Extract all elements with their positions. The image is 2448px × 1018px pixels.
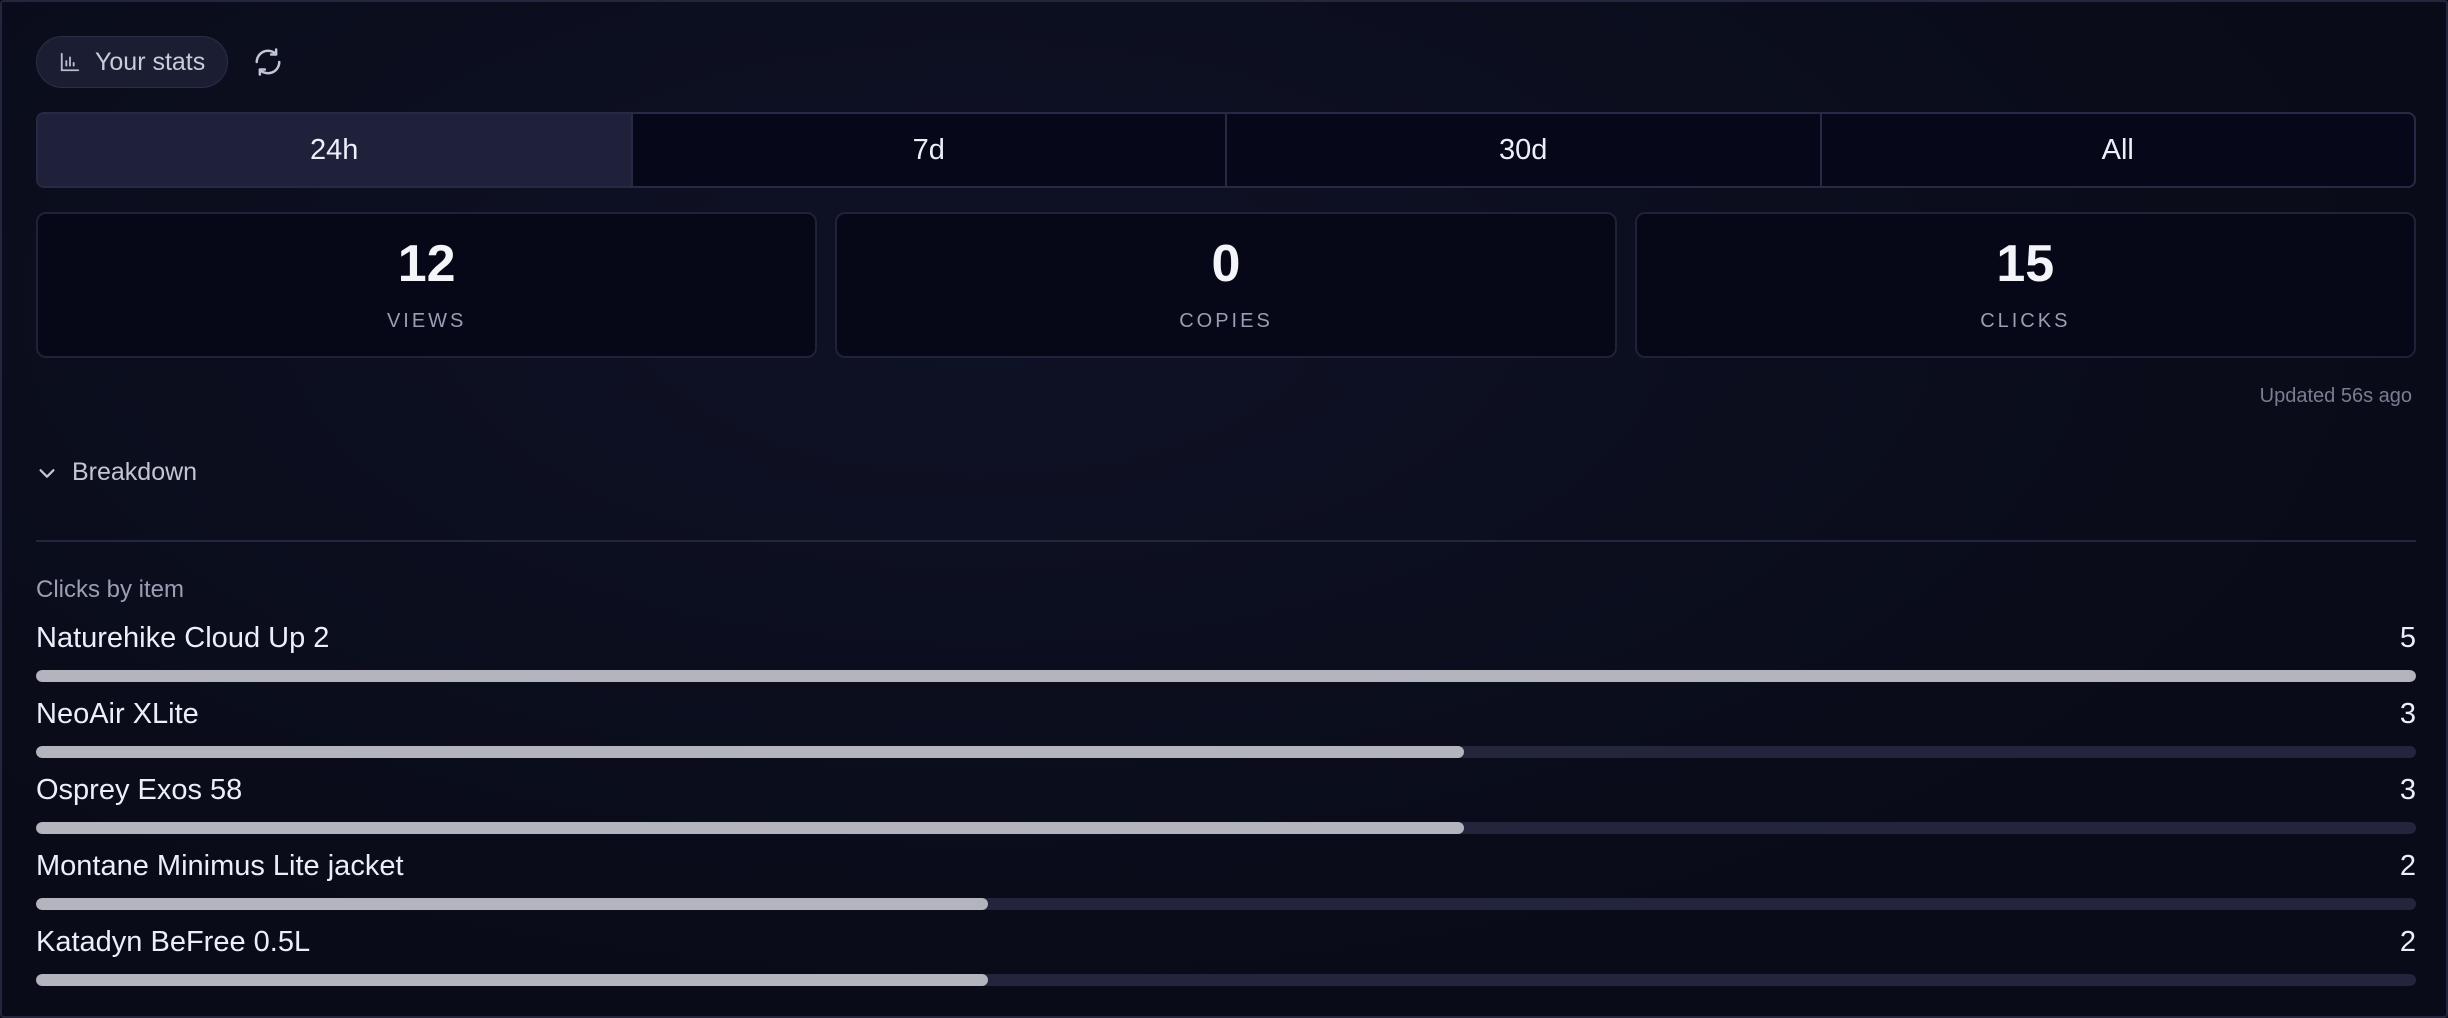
item-name: Katadyn BeFree 0.5L — [36, 926, 311, 958]
views-card: 12 VIEWS — [36, 212, 818, 358]
breakdown-label: Breakdown — [72, 458, 198, 486]
progress-track — [36, 670, 2416, 682]
copies-label: COPIES — [1179, 309, 1273, 332]
item-name: Montane Minimus Lite jacket — [36, 850, 404, 882]
metric-cards: 12 VIEWS 0 COPIES 15 CLICKS — [36, 212, 2416, 358]
your-stats-label: Your stats — [95, 47, 206, 76]
views-value: 12 — [397, 234, 456, 293]
progress-fill — [36, 670, 2416, 682]
clicks-by-item-title: Clicks by item — [36, 576, 185, 603]
clicks-card: 15 CLICKS — [1634, 212, 2416, 358]
clicks-value: 15 — [1996, 234, 2055, 293]
list-item: Katadyn BeFree 0.5L 2 — [36, 926, 2416, 1002]
progress-track — [36, 746, 2416, 758]
progress-fill — [36, 746, 1464, 758]
progress-fill — [36, 898, 988, 910]
progress-track — [36, 898, 2416, 910]
item-count: 3 — [2399, 774, 2416, 806]
views-label: VIEWS — [386, 309, 467, 332]
list-item: Naturehike Cloud Up 2 5 — [36, 622, 2416, 698]
updated-timestamp: Updated 56s ago — [2259, 385, 2412, 407]
list-item: NeoAir XLite 3 — [36, 698, 2416, 774]
header: Your stats — [36, 36, 288, 88]
copies-value: 0 — [1211, 234, 1241, 293]
list-item: Montane Minimus Lite jacket 2 — [36, 850, 2416, 926]
clicks-list: Naturehike Cloud Up 2 5 NeoAir XLite 3 O… — [36, 622, 2416, 1002]
progress-track — [36, 974, 2416, 986]
time-range-tabs: 24h 7d 30d All — [36, 112, 2416, 188]
refresh-button[interactable] — [248, 42, 288, 82]
item-count: 5 — [2399, 622, 2416, 654]
stats-panel: Your stats 24h 7d 30d All 12 VIEWS 0 COP… — [0, 0, 2448, 1018]
bar-chart-icon — [60, 52, 80, 72]
progress-fill — [36, 974, 988, 986]
tab-30d[interactable]: 30d — [1227, 114, 1822, 186]
item-name: NeoAir XLite — [36, 698, 199, 730]
divider — [36, 540, 2416, 542]
item-count: 2 — [2399, 926, 2416, 958]
your-stats-button[interactable]: Your stats — [36, 36, 229, 88]
copies-card: 0 COPIES — [835, 212, 1617, 358]
breakdown-toggle[interactable]: Breakdown — [36, 458, 197, 487]
refresh-icon — [255, 48, 281, 76]
progress-fill — [36, 822, 1464, 834]
item-count: 3 — [2399, 698, 2416, 730]
progress-track — [36, 822, 2416, 834]
item-name: Osprey Exos 58 — [36, 774, 243, 806]
clicks-label: CLICKS — [1980, 309, 2071, 332]
list-item: Osprey Exos 58 3 — [36, 774, 2416, 850]
tab-24h[interactable]: 24h — [38, 114, 633, 186]
item-name: Naturehike Cloud Up 2 — [36, 622, 330, 654]
item-count: 2 — [2399, 850, 2416, 882]
chevron-down-icon — [39, 468, 55, 478]
tab-7d[interactable]: 7d — [633, 114, 1227, 186]
tab-all[interactable]: All — [1822, 114, 2415, 186]
